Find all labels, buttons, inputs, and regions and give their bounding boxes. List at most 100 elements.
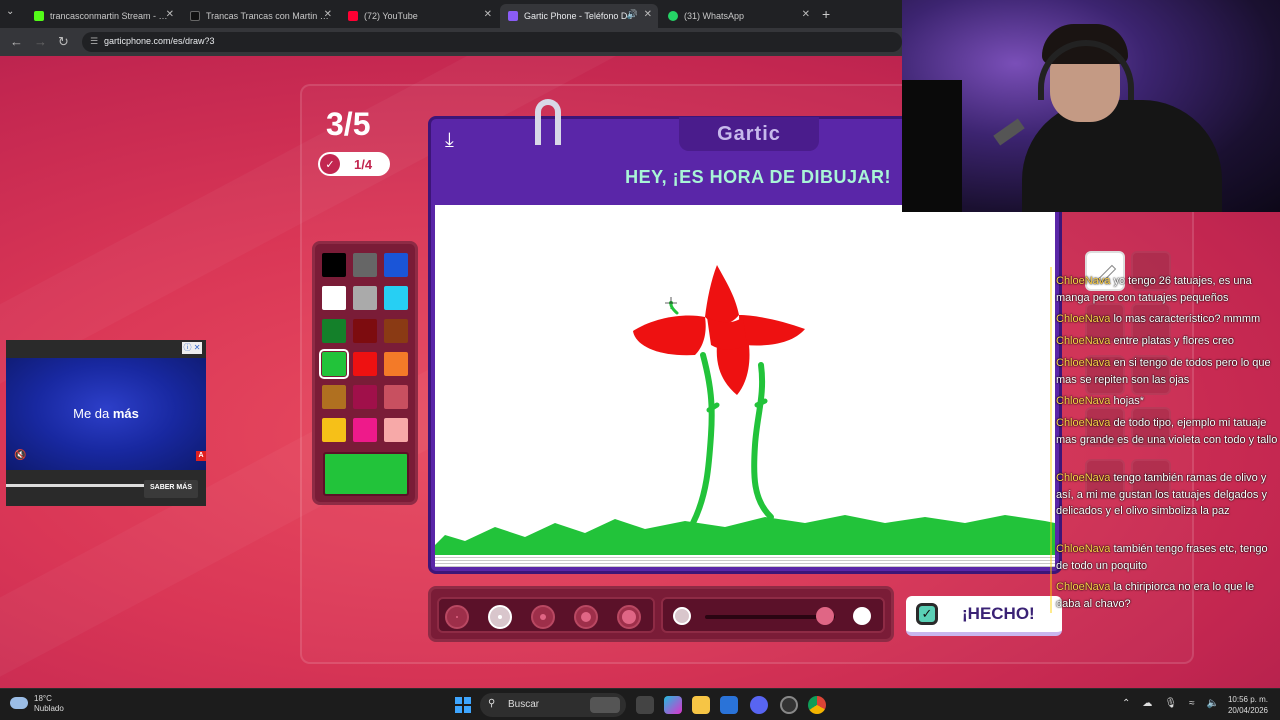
color-swatch[interactable] [353, 286, 377, 310]
color-swatch[interactable] [384, 385, 408, 409]
microsoft-store-icon[interactable] [720, 696, 738, 714]
color-swatch[interactable] [353, 352, 377, 376]
color-swatch[interactable] [319, 349, 349, 379]
brush-size-2[interactable] [488, 605, 512, 629]
opacity-group [661, 597, 885, 633]
ad-info-icon[interactable]: ⓘ ✕ [182, 342, 202, 354]
chrome-icon[interactable] [808, 696, 826, 714]
color-swatch[interactable] [384, 418, 408, 442]
taskbar-search[interactable]: ⚲ Buscar [480, 693, 626, 717]
done-button[interactable]: ✓ ¡HECHO! [906, 596, 1062, 636]
ad-video[interactable]: Me da más 🔇 [6, 358, 206, 487]
close-tab-icon[interactable]: ✕ [166, 9, 174, 20]
forward-arrow-icon[interactable]: → [34, 34, 47, 49]
volume-icon[interactable]: 🔈 [1207, 698, 1219, 709]
copilot-icon[interactable] [664, 696, 682, 714]
discord-icon[interactable] [750, 696, 768, 714]
browser-tab[interactable]: (72) YouTube ✕ [340, 4, 498, 28]
system-tray: ⌃ ☁ 🎙 ≈ 🔈 [1122, 698, 1219, 709]
microphone [993, 118, 1025, 146]
ad-banner[interactable]: ⓘ ✕ Me da más 🔇 SABER MÁS [6, 340, 206, 506]
wifi-icon[interactable]: ≈ [1189, 698, 1195, 709]
check-icon: ✓ [916, 603, 938, 625]
color-swatch[interactable] [384, 286, 408, 310]
task-view-icon[interactable] [636, 696, 654, 714]
chat-message: ChloeNava entre platas y flores creo [1056, 335, 1234, 347]
site-info-icon[interactable]: ☰ [90, 36, 98, 47]
whatsapp-icon [668, 11, 678, 21]
grass-drawing [435, 515, 1055, 555]
chat-message: ChloeNava en si tengo de todos pero lo q… [1056, 357, 1271, 386]
petal-drawing [739, 315, 805, 346]
windows-start-icon[interactable] [455, 697, 471, 713]
brush-size-4[interactable] [574, 605, 598, 629]
petal-drawing [705, 265, 739, 325]
color-swatch[interactable] [322, 253, 346, 277]
reload-icon[interactable]: ↻ [58, 34, 69, 50]
kick-icon [34, 11, 44, 21]
brush-size-1[interactable] [445, 605, 469, 629]
audio-playing-icon[interactable]: 🔊 [627, 9, 638, 20]
ad-badge: A [196, 451, 206, 461]
chat-message: ChloeNava también tengo frases etc, teng… [1056, 543, 1268, 572]
chat-message: ChloeNava lo mas característico? mmmm [1056, 313, 1261, 325]
browser-tab-active[interactable]: Gartic Phone - Teléfono De 🔊 ✕ [500, 4, 658, 28]
petal-drawing [633, 315, 706, 356]
color-swatch[interactable] [384, 319, 408, 343]
url-field[interactable]: ☰ garticphone.com/es/draw?3 [82, 32, 902, 52]
obs-icon[interactable] [780, 696, 798, 714]
tab-search-icon[interactable]: ⌄ [6, 6, 14, 17]
new-tab-button[interactable]: + [822, 6, 830, 22]
stem-drawing [751, 362, 774, 520]
search-highlight-image [590, 697, 620, 713]
opacity-low-icon [673, 607, 691, 625]
search-icon: ⚲ [488, 698, 496, 709]
youtube-icon [348, 11, 358, 21]
brush-size-3[interactable] [531, 605, 555, 629]
close-tab-icon[interactable]: ✕ [644, 9, 652, 20]
browser-tab[interactable]: (31) WhatsApp ✕ [660, 4, 816, 28]
current-color-preview [323, 452, 409, 496]
chat-message: ChloeNava la chiripiorca no era lo que l… [1056, 581, 1255, 610]
close-tab-icon[interactable]: ✕ [324, 9, 332, 20]
mute-icon[interactable]: 🔇 [14, 450, 26, 461]
drawing-canvas[interactable] [435, 205, 1055, 555]
color-swatch[interactable] [322, 385, 346, 409]
stem-drawing [690, 352, 715, 526]
browser-tab[interactable]: Trancas Trancas con Martin (@t ✕ [182, 4, 338, 28]
binder-clip [535, 99, 561, 145]
check-icon: ✓ [320, 154, 340, 174]
stroke-drawing [669, 303, 679, 315]
opacity-slider-handle[interactable] [815, 607, 834, 625]
color-swatch[interactable] [353, 253, 377, 277]
ad-cta-button[interactable]: SABER MÁS [143, 480, 198, 498]
brush-toolbar [428, 586, 894, 642]
brush-size-5[interactable] [617, 605, 641, 629]
chat-message: ChloeNava de todo tipo, ejemplo mi tatua… [1056, 417, 1278, 446]
chat-message: ChloeNava yo tengo 26 tatuajes, es una m… [1056, 275, 1252, 304]
brush-size-group [437, 597, 655, 633]
weather-widget[interactable]: 18°C Nublado [10, 694, 64, 714]
chevron-up-icon[interactable]: ⌃ [1122, 698, 1130, 709]
color-swatch[interactable] [384, 352, 408, 376]
color-swatch[interactable] [384, 253, 408, 277]
color-swatch[interactable] [353, 385, 377, 409]
system-clock[interactable]: 10:56 p. m. 20/04/2026 [1224, 694, 1268, 716]
back-arrow-icon[interactable]: ← [10, 34, 23, 49]
drawing [435, 265, 1055, 555]
color-swatch[interactable] [322, 319, 346, 343]
color-swatch[interactable] [322, 286, 346, 310]
windows-taskbar: 18°C Nublado ⚲ Buscar ⌃ ☁ 🎙 ≈ 🔈 10:56 p. … [0, 688, 1280, 720]
file-explorer-icon[interactable] [692, 696, 710, 714]
close-tab-icon[interactable]: ✕ [802, 9, 810, 20]
browser-tab[interactable]: trancasconmartin Stream - Wat ✕ [26, 4, 180, 28]
close-tab-icon[interactable]: ✕ [484, 9, 492, 20]
onedrive-icon[interactable]: ☁ [1142, 698, 1152, 709]
gartic-logo: Gartic [679, 117, 819, 151]
download-icon[interactable]: ⤓ [445, 129, 454, 152]
color-swatch[interactable] [322, 418, 346, 442]
color-swatch[interactable] [353, 319, 377, 343]
microphone-icon[interactable]: 🎙 [1164, 698, 1177, 709]
gartic-icon [508, 11, 518, 21]
color-swatch[interactable] [353, 418, 377, 442]
